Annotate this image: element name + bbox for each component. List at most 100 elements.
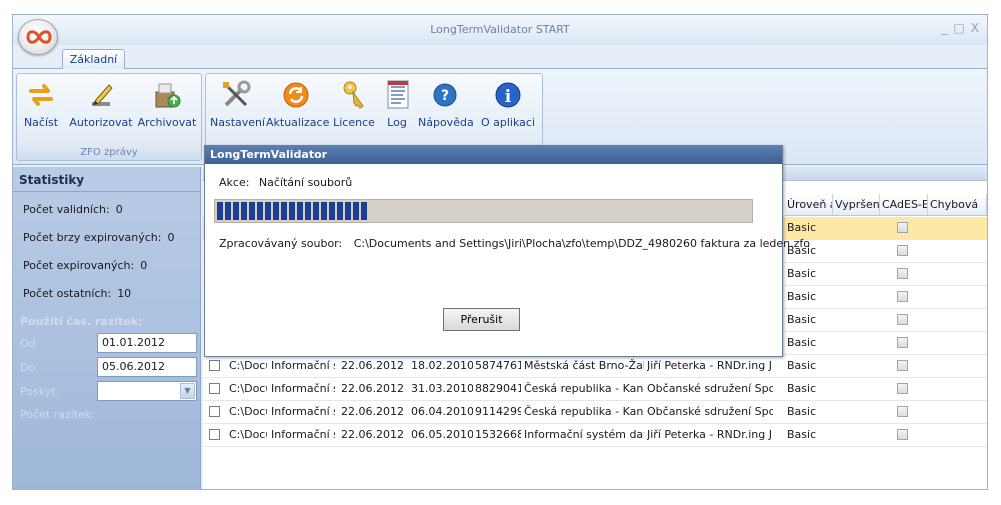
stat-expired: Počet expirovaných: 0 [23,259,147,272]
row-level: Basic [787,221,817,234]
row-level: Basic [787,336,817,349]
table-row[interactable]: C:\Docu Informační sy 22.06.2012 31.03.2… [203,378,987,401]
row-date-sent: 31.03.2010 [411,382,473,395]
napoveda-label: Nápověda [418,116,474,129]
poskytovatel-select[interactable]: ▼ [97,381,197,401]
progress-segment [233,202,239,220]
stat-expired-value: 0 [140,259,148,272]
row-level: Basic [787,428,817,441]
progress-bar [214,199,753,223]
table-row[interactable]: C:\Docu Informační sy 22.06.2012 06.04.2… [203,401,987,424]
row-id: 9114299 [475,405,521,418]
stat-valid-label: Počet validních: [23,203,110,216]
log-button[interactable]: Log [382,78,412,129]
row-select-checkbox[interactable] [209,360,220,371]
minimize-button[interactable]: _ [941,21,947,35]
cades-checkbox [897,406,908,417]
ribbon-group-label-zfo: ZFO zprávy [80,147,138,158]
stat-other: Počet ostatních: 10 [23,287,131,300]
log-document-icon [382,78,414,112]
row-path: C:\Docu [229,405,267,418]
stat-other-value: 10 [117,287,132,300]
row-select-checkbox[interactable] [209,429,220,440]
autorizovat-button[interactable]: Autorizovat [69,78,133,129]
row-sender: Informační sy [271,382,335,395]
tab-zakladni[interactable]: Základní [62,49,125,69]
update-icon [280,78,312,112]
row-level: Basic [787,382,817,395]
archivovat-button[interactable]: Archivovat [137,78,197,129]
progress-segment [217,202,223,220]
cades-checkbox [897,245,908,256]
action-value: Načítání souborů [258,176,353,189]
key-icon [338,78,370,112]
progress-segment [361,202,367,220]
help-icon: ? [429,78,461,112]
progress-segment [337,202,343,220]
chevron-down-icon[interactable]: ▼ [180,383,195,399]
row-recipient: Městská část Brno-Žabo [524,359,644,372]
row-level: Basic [787,290,817,303]
file-path: C:\Documents and Settings\Jiri\Plocha\zf… [353,237,810,250]
title-bar: LongTermValidator START _ □ X [13,15,987,45]
row-recipient: Česká republika - Kanc [524,405,644,418]
refresh-arrows-icon [25,78,57,112]
stat-expired-label: Počet expirovaných: [23,259,135,272]
cancel-button[interactable]: Přerušit [443,308,520,331]
progress-segment [329,202,335,220]
cades-checkbox [897,314,908,325]
row-sender: Informační sy [271,405,335,418]
close-button[interactable]: X [971,21,979,35]
tools-icon [220,78,252,112]
table-row[interactable]: C:\Docu Informační sy 22.06.2012 06.05.2… [203,424,987,447]
row-path: C:\Docu [229,382,267,395]
licence-button[interactable]: Licence [332,78,376,129]
cades-checkbox [897,291,908,302]
row-path: C:\Docu [229,428,267,441]
row-sender: Informační sy [271,428,335,441]
autorizovat-label: Autorizovat [69,116,133,129]
row-signer: Jiří Peterka - RNDr.ing J [647,428,772,441]
ribbon-group-zfo: Načíst Autorizovat Archivovat ZFO zprávy [16,73,202,161]
dialog-action: Akce: Načítání souborů [219,176,352,189]
row-level: Basic [787,359,817,372]
o-aplikaci-button[interactable]: i O aplikaci [480,78,536,129]
stat-soon-expired-value: 0 [167,231,175,244]
progress-segment [345,202,351,220]
table-row[interactable]: C:\Docu Informační sy 22.06.2012 18.02.2… [203,355,987,378]
column-header-expiration[interactable]: Vypršení [833,194,880,216]
progress-segment [353,202,359,220]
row-select-checkbox[interactable] [209,406,220,417]
row-id: 5874761 [475,359,521,372]
row-recipient: Informační systém datc [524,428,644,441]
nacist-button[interactable]: Načíst [21,78,61,129]
aktualizace-button[interactable]: Aktualizace [266,78,329,129]
row-level: Basic [787,313,817,326]
app-menu-button[interactable] [18,19,58,55]
statistics-title: Statistiky [19,173,85,187]
statistics-divider [13,191,201,192]
row-date-sent: 06.05.2010 [411,428,473,441]
od-label: Od [20,337,36,350]
poskytovatel-label: Poskyt. [20,385,59,398]
progress-segment [297,202,303,220]
window-controls: _ □ X [941,21,979,35]
file-label: Zpracovávaný soubor: [219,237,343,250]
row-date-sent: 18.02.2010 [411,359,473,372]
progress-dialog: LongTermValidator Akce: Načítání souborů… [204,145,810,357]
column-header-cades[interactable]: CAdES-E [880,194,928,216]
do-date-input[interactable]: 05.06.2012 [97,357,197,377]
column-header-archive-level[interactable]: Úroveň archiv [785,194,833,216]
od-date-input[interactable]: 01.01.2012 [97,333,197,353]
statistics-panel: Statistiky Počet validních: 0 Počet brzy … [13,167,201,489]
row-select-checkbox[interactable] [209,383,220,394]
cades-checkbox [897,360,908,371]
maximize-button[interactable]: □ [953,21,964,35]
row-id: 1532668 [475,428,521,441]
row-recipient: Česká republika - Kanc [524,382,644,395]
row-signer: Občanské sdružení Spol [647,405,773,418]
napoveda-button[interactable]: ? Nápověda [418,78,474,129]
column-header-error[interactable]: Chybová [928,194,987,216]
nastaveni-button[interactable]: Nastavení [210,78,265,129]
action-label: Akce: [219,176,250,189]
